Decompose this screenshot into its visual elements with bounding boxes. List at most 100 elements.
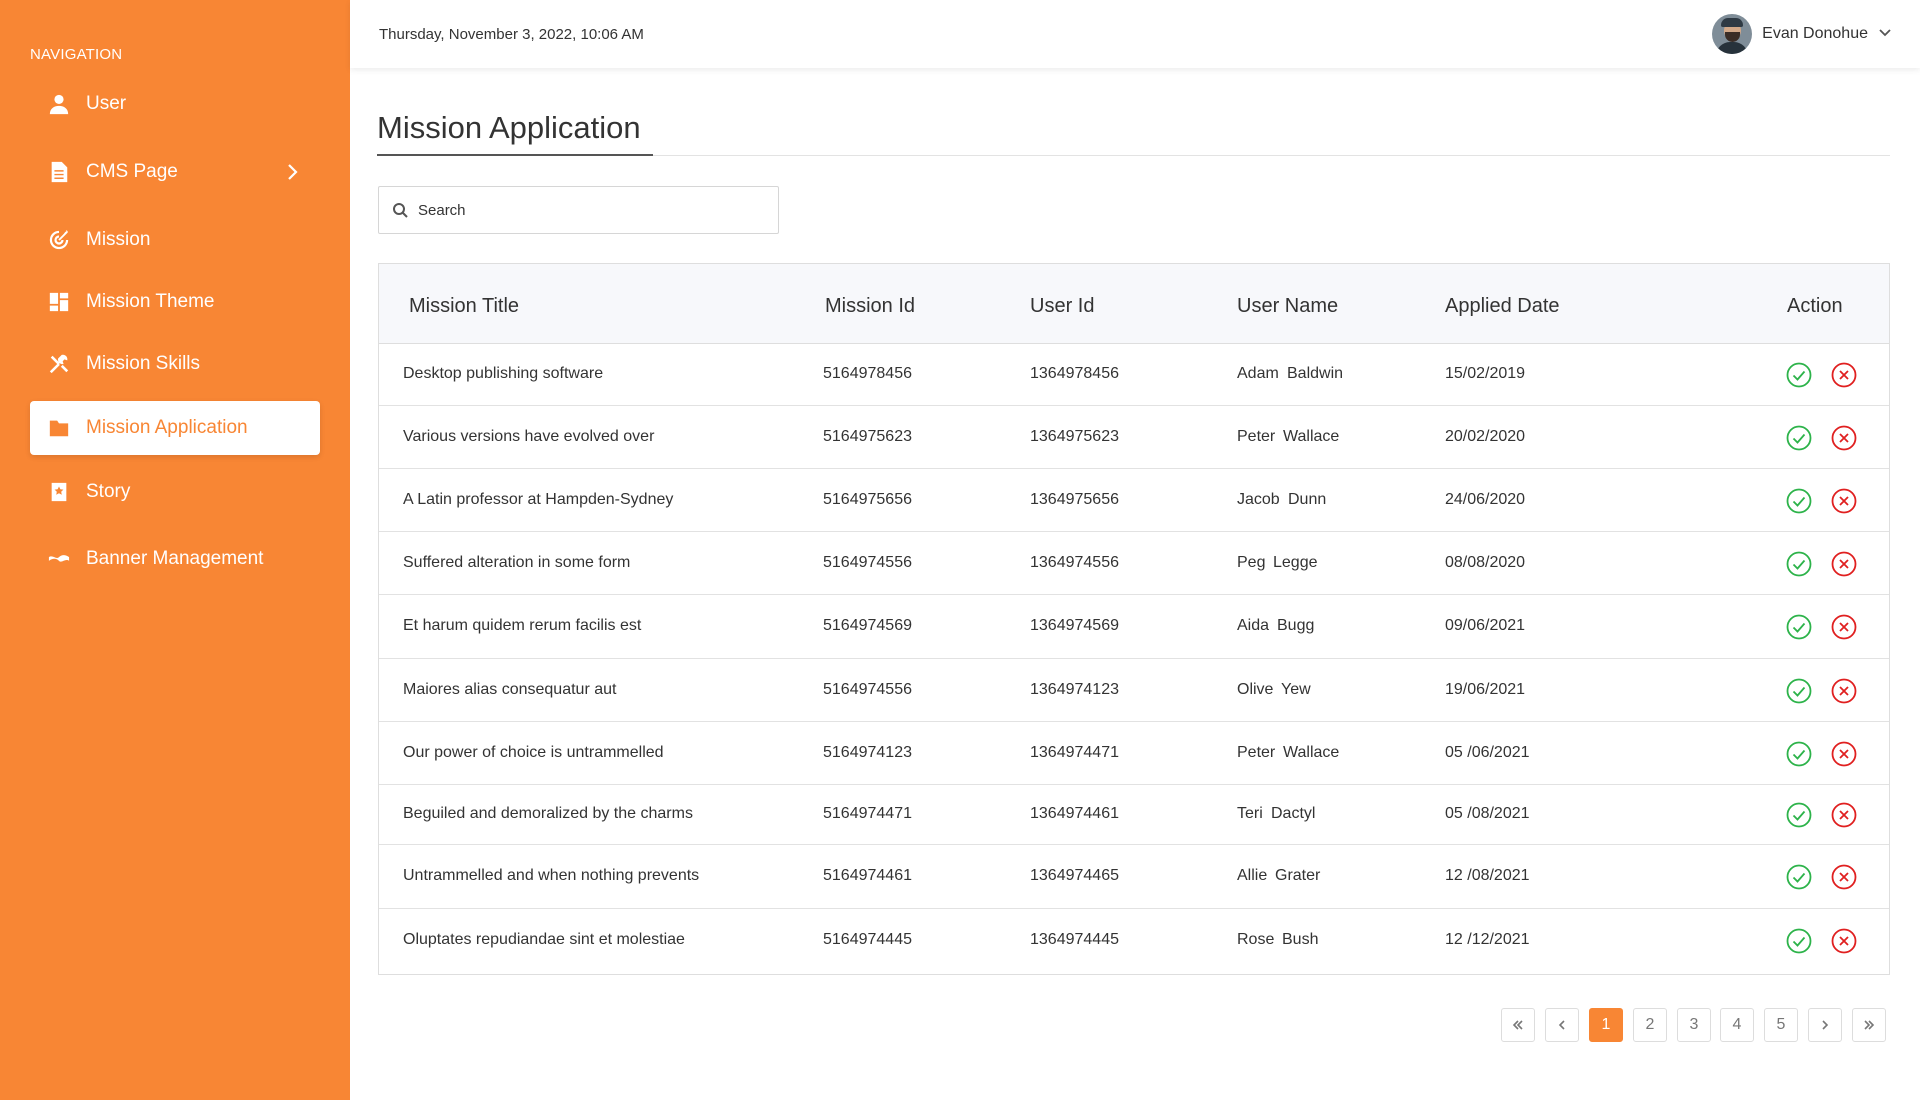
cell-user-id: 1364974556	[1030, 554, 1119, 571]
column-header-mission-id[interactable]: Mission Id	[825, 295, 915, 318]
approve-icon[interactable]	[1786, 362, 1812, 388]
approve-icon[interactable]	[1786, 425, 1812, 451]
column-header-mission-title[interactable]: Mission Title	[409, 295, 519, 318]
search-input[interactable]	[418, 201, 758, 219]
cell-mission-id: 5164974569	[823, 617, 912, 634]
cell-mission-id: 5164974556	[823, 554, 912, 571]
chevron-down-icon[interactable]	[1878, 25, 1892, 44]
table-row: Our power of choice is untrammelled 51649…	[379, 722, 1889, 785]
cell-user-last-name: Baldwin	[1287, 365, 1344, 382]
last-page-button[interactable]	[1852, 1008, 1886, 1042]
cell-user-id: 1364974123	[1030, 681, 1119, 698]
column-header-applied-date[interactable]: Applied Date	[1445, 295, 1560, 318]
cell-applied-date: 20/02/2020	[1445, 428, 1526, 445]
cell-applied-date: 05 /06/2021	[1445, 744, 1530, 761]
double-chevron-right-icon	[1864, 1020, 1875, 1030]
cell-mission-id: 5164974445	[823, 931, 912, 948]
decline-icon[interactable]	[1831, 741, 1857, 767]
document-icon	[48, 161, 70, 183]
sidebar-item-mission-application[interactable]: Mission Application	[30, 401, 320, 455]
prev-page-button[interactable]	[1545, 1008, 1579, 1042]
user-menu[interactable]: Evan Donohue	[1712, 14, 1892, 54]
cell-mission-id: 5164974556	[823, 681, 912, 698]
user-name[interactable]: Evan Donohue	[1762, 25, 1868, 43]
page-3-button[interactable]: 3	[1677, 1008, 1711, 1042]
approve-icon[interactable]	[1786, 741, 1812, 767]
table-row: Beguiled and demoralized by the charms 51…	[379, 785, 1889, 845]
cell-mission-id: 5164974461	[823, 867, 912, 884]
chevron-right-icon[interactable]	[282, 162, 302, 182]
target-icon	[48, 229, 70, 251]
decline-icon[interactable]	[1831, 551, 1857, 577]
sidebar-item-label: Mission	[86, 229, 151, 250]
decline-icon[interactable]	[1831, 614, 1857, 640]
sidebar-item-mission-skills[interactable]: Mission Skills	[30, 337, 320, 391]
sidebar-item-label: Banner Management	[86, 548, 264, 569]
table-row: Et harum quidem rerum facilis est 5164974…	[379, 595, 1889, 659]
first-page-button[interactable]	[1501, 1008, 1535, 1042]
cell-user-first-name: Rose	[1237, 931, 1275, 948]
column-header-user-name[interactable]: User Name	[1237, 295, 1338, 318]
sidebar-item-mission[interactable]: Mission	[30, 213, 320, 267]
page-2-button[interactable]: 2	[1633, 1008, 1667, 1042]
approve-icon[interactable]	[1786, 678, 1812, 704]
sidebar-item-user[interactable]: User	[30, 77, 320, 131]
approve-icon[interactable]	[1786, 864, 1812, 890]
search-icon	[393, 203, 408, 218]
decline-icon[interactable]	[1831, 488, 1857, 514]
dashboard-icon	[48, 291, 70, 313]
approve-icon[interactable]	[1786, 614, 1812, 640]
table-row: Maiores alias consequatur aut 5164974556 1…	[379, 659, 1889, 722]
sidebar-item-cms-page[interactable]: CMS Page	[30, 145, 320, 199]
table-header: Mission Title Mission Id User Id User Na…	[379, 264, 1889, 344]
decline-icon[interactable]	[1831, 678, 1857, 704]
cell-user-first-name: Peg	[1237, 554, 1266, 571]
column-header-action: Action	[1787, 295, 1843, 317]
avatar[interactable]	[1712, 14, 1753, 54]
sidebar-item-label: User	[86, 93, 127, 114]
sidebar-item-banner-management[interactable]: Banner Management	[30, 532, 320, 586]
nav-heading: NAVIGATION	[30, 46, 123, 63]
page-title: Mission Application	[377, 110, 641, 145]
sidebar-item-story[interactable]: Story	[30, 465, 320, 519]
approve-icon[interactable]	[1786, 488, 1812, 514]
current-datetime: Thursday, November 3, 2022, 10:06 AM	[379, 26, 644, 43]
cell-user-last-name: Dunn	[1288, 491, 1327, 508]
cell-user-first-name: Allie	[1237, 867, 1268, 884]
decline-icon[interactable]	[1831, 362, 1857, 388]
decline-icon[interactable]	[1831, 425, 1857, 451]
story-icon	[48, 481, 70, 503]
decline-icon[interactable]	[1831, 864, 1857, 890]
cell-user-first-name: Aida	[1237, 617, 1270, 634]
cell-applied-date: 12 /12/2021	[1445, 931, 1530, 948]
cell-mission-id: 5164974123	[823, 744, 912, 761]
approve-icon[interactable]	[1786, 928, 1812, 954]
cell-user-id: 1364974569	[1030, 617, 1119, 634]
cell-mission-title: Suffered alteration in some form	[403, 554, 631, 571]
sidebar: NAVIGATION User CMS Page Mission Mission…	[0, 0, 350, 1100]
page-4-button[interactable]: 4	[1720, 1008, 1754, 1042]
decline-icon[interactable]	[1831, 928, 1857, 954]
tools-icon	[48, 353, 70, 375]
search-box[interactable]	[378, 186, 779, 234]
cell-mission-title: Et harum quidem rerum facilis est	[403, 617, 642, 634]
cell-user-id: 1364975656	[1030, 491, 1119, 508]
next-page-button[interactable]	[1808, 1008, 1842, 1042]
cell-mission-title: Beguiled and demoralized by the charms	[403, 805, 693, 822]
sidebar-item-mission-theme[interactable]: Mission Theme	[30, 275, 320, 329]
cell-mission-title: Various versions have evolved over	[403, 428, 655, 445]
sidebar-item-label: Mission Application	[86, 417, 248, 438]
cell-user-first-name: Olive	[1237, 681, 1274, 698]
cell-user-id: 1364974471	[1030, 744, 1119, 761]
approve-icon[interactable]	[1786, 551, 1812, 577]
decline-icon[interactable]	[1831, 802, 1857, 828]
title-underline	[377, 154, 653, 156]
page-5-button[interactable]: 5	[1764, 1008, 1798, 1042]
banner-icon	[48, 548, 70, 570]
cell-user-first-name: Teri	[1237, 805, 1263, 822]
page-1-button[interactable]: 1	[1589, 1008, 1623, 1042]
column-header-user-id[interactable]: User Id	[1030, 295, 1094, 318]
cell-mission-title: Desktop publishing software	[403, 365, 604, 382]
cell-user-first-name: Peter	[1237, 428, 1276, 445]
approve-icon[interactable]	[1786, 802, 1812, 828]
